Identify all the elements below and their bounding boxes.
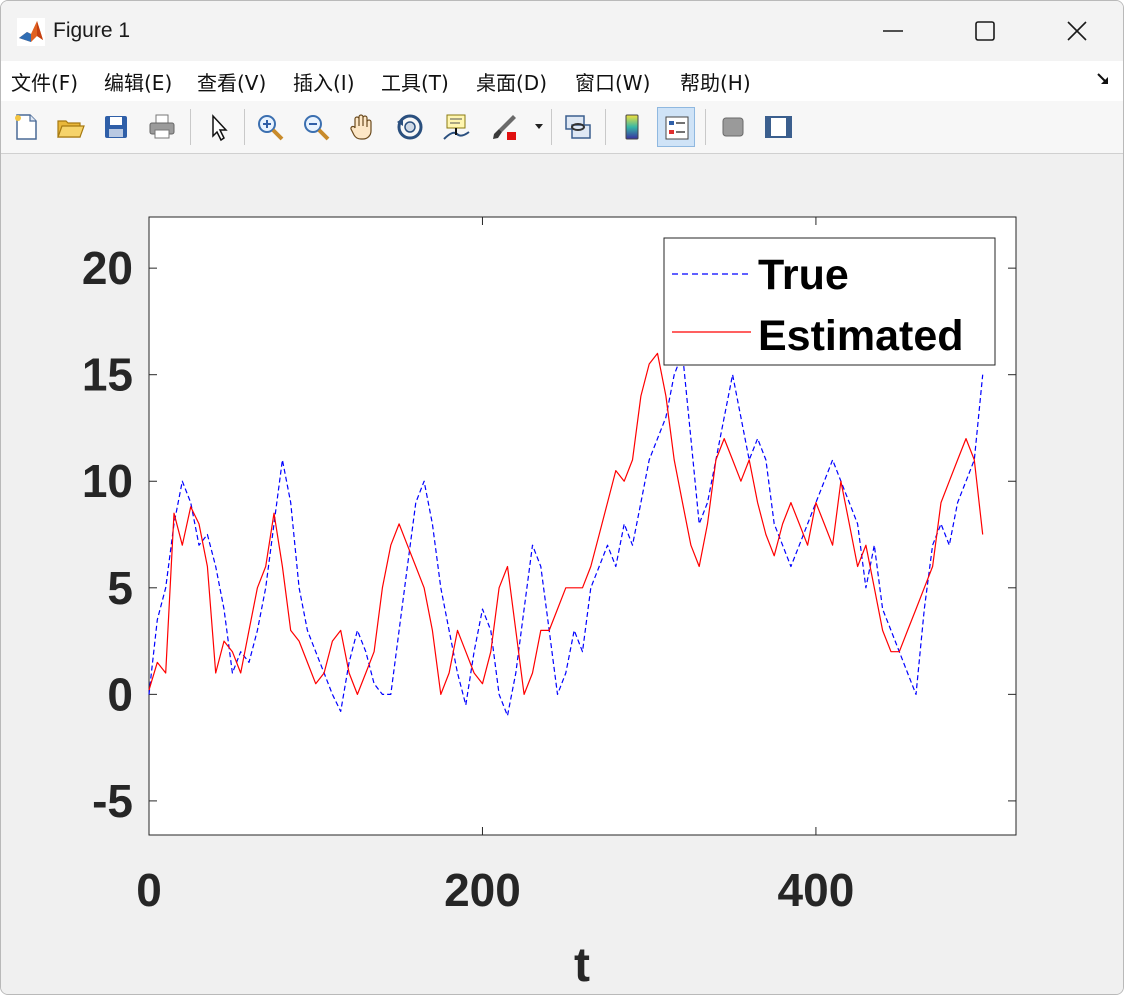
new-figure-icon — [15, 114, 37, 140]
data-cursor-button[interactable] — [437, 107, 475, 147]
pan-button[interactable] — [343, 107, 381, 147]
close-button[interactable] — [1031, 1, 1123, 61]
menu-bar: 文件(F) 编辑(E) 查看(V) 插入(I) 工具(T) 桌面(D) 窗口(W… — [1, 61, 1123, 102]
legend-label-true: True — [758, 251, 849, 299]
y-tick-label: 10 — [82, 455, 133, 507]
figure-window: Figure 1 文件(F) 编辑(E) 查看(V) 插入(I) 工具(T) 桌… — [0, 0, 1124, 995]
edit-plot-button[interactable] — [199, 107, 237, 147]
link-plot-button[interactable] — [559, 107, 597, 147]
y-tick-label: -5 — [92, 775, 133, 827]
menu-file[interactable]: 文件(F) — [11, 67, 78, 96]
legend: True Estimated — [663, 237, 996, 366]
menu-help[interactable]: 帮助(H) — [680, 67, 751, 96]
insert-legend-icon — [665, 116, 689, 140]
data-cursor-icon — [443, 114, 470, 140]
toolbar-separator — [244, 109, 245, 145]
show-plot-tools-button[interactable] — [759, 107, 797, 147]
x-tick-label: 200 — [444, 864, 521, 916]
x-tick-label: 400 — [778, 864, 855, 916]
edit-plot-cursor-icon — [212, 114, 228, 142]
print-button[interactable] — [143, 107, 181, 147]
close-icon — [1067, 21, 1087, 41]
x-tick-label: 0 — [136, 864, 162, 916]
window-title: Figure 1 — [53, 19, 131, 42]
figure-canvas: 0 200 400 -5 0 5 10 15 20 True Estimated t — [1, 154, 1123, 994]
new-figure-button[interactable] — [7, 107, 45, 147]
minimize-button[interactable] — [847, 1, 939, 61]
open-file-button[interactable] — [51, 107, 89, 147]
menu-edit[interactable]: 编辑(E) — [104, 67, 172, 96]
brush-dropdown-icon[interactable] — [534, 123, 544, 131]
brush-button[interactable] — [485, 107, 523, 147]
save-icon — [105, 116, 127, 138]
menu-view[interactable]: 查看(V) — [197, 67, 266, 96]
zoom-in-icon — [258, 115, 284, 141]
y-tick-label: 0 — [107, 668, 133, 720]
y-tick-label: 20 — [82, 242, 133, 294]
toolbar-separator — [705, 109, 706, 145]
zoom-out-button[interactable] — [297, 107, 335, 147]
insert-colorbar-button[interactable] — [613, 107, 651, 147]
toolbar-separator — [605, 109, 606, 145]
open-file-icon — [57, 120, 85, 138]
line-chart: 0 200 400-505101520 True Estimated t — [82, 216, 1017, 992]
insert-colorbar-icon — [625, 114, 639, 140]
brush-icon — [493, 115, 516, 140]
rotate-3d-icon — [397, 114, 423, 140]
maximize-icon — [975, 21, 995, 41]
menu-window[interactable]: 窗口(W) — [575, 67, 650, 96]
y-tick-label: 15 — [82, 349, 133, 401]
hide-plot-tools-button[interactable] — [714, 107, 752, 147]
y-tick-label: 5 — [107, 562, 133, 614]
link-plot-icon — [565, 115, 591, 139]
pan-hand-icon — [350, 114, 372, 140]
toolbar-separator — [551, 109, 552, 145]
print-icon — [149, 114, 175, 139]
show-plot-tools-icon — [765, 116, 792, 138]
zoom-in-button[interactable] — [251, 107, 289, 147]
zoom-out-icon — [304, 115, 330, 141]
dock-figure-icon[interactable] — [1095, 71, 1111, 87]
matlab-logo-icon — [17, 18, 45, 46]
save-button[interactable] — [97, 107, 135, 147]
legend-label-estimated: Estimated — [758, 312, 964, 360]
x-axis-label: t — [574, 939, 590, 992]
figure-toolbar — [1, 101, 1123, 154]
maximize-button[interactable] — [939, 1, 1031, 61]
menu-insert[interactable]: 插入(I) — [293, 67, 355, 96]
menu-tools[interactable]: 工具(T) — [381, 67, 449, 96]
toolbar-separator — [190, 109, 191, 145]
insert-legend-button[interactable] — [657, 107, 695, 147]
minimize-icon — [883, 30, 903, 32]
title-bar[interactable]: Figure 1 — [1, 1, 1123, 61]
hide-plot-tools-icon — [722, 117, 744, 137]
rotate-3d-button[interactable] — [391, 107, 429, 147]
menu-desktop[interactable]: 桌面(D) — [476, 67, 547, 96]
